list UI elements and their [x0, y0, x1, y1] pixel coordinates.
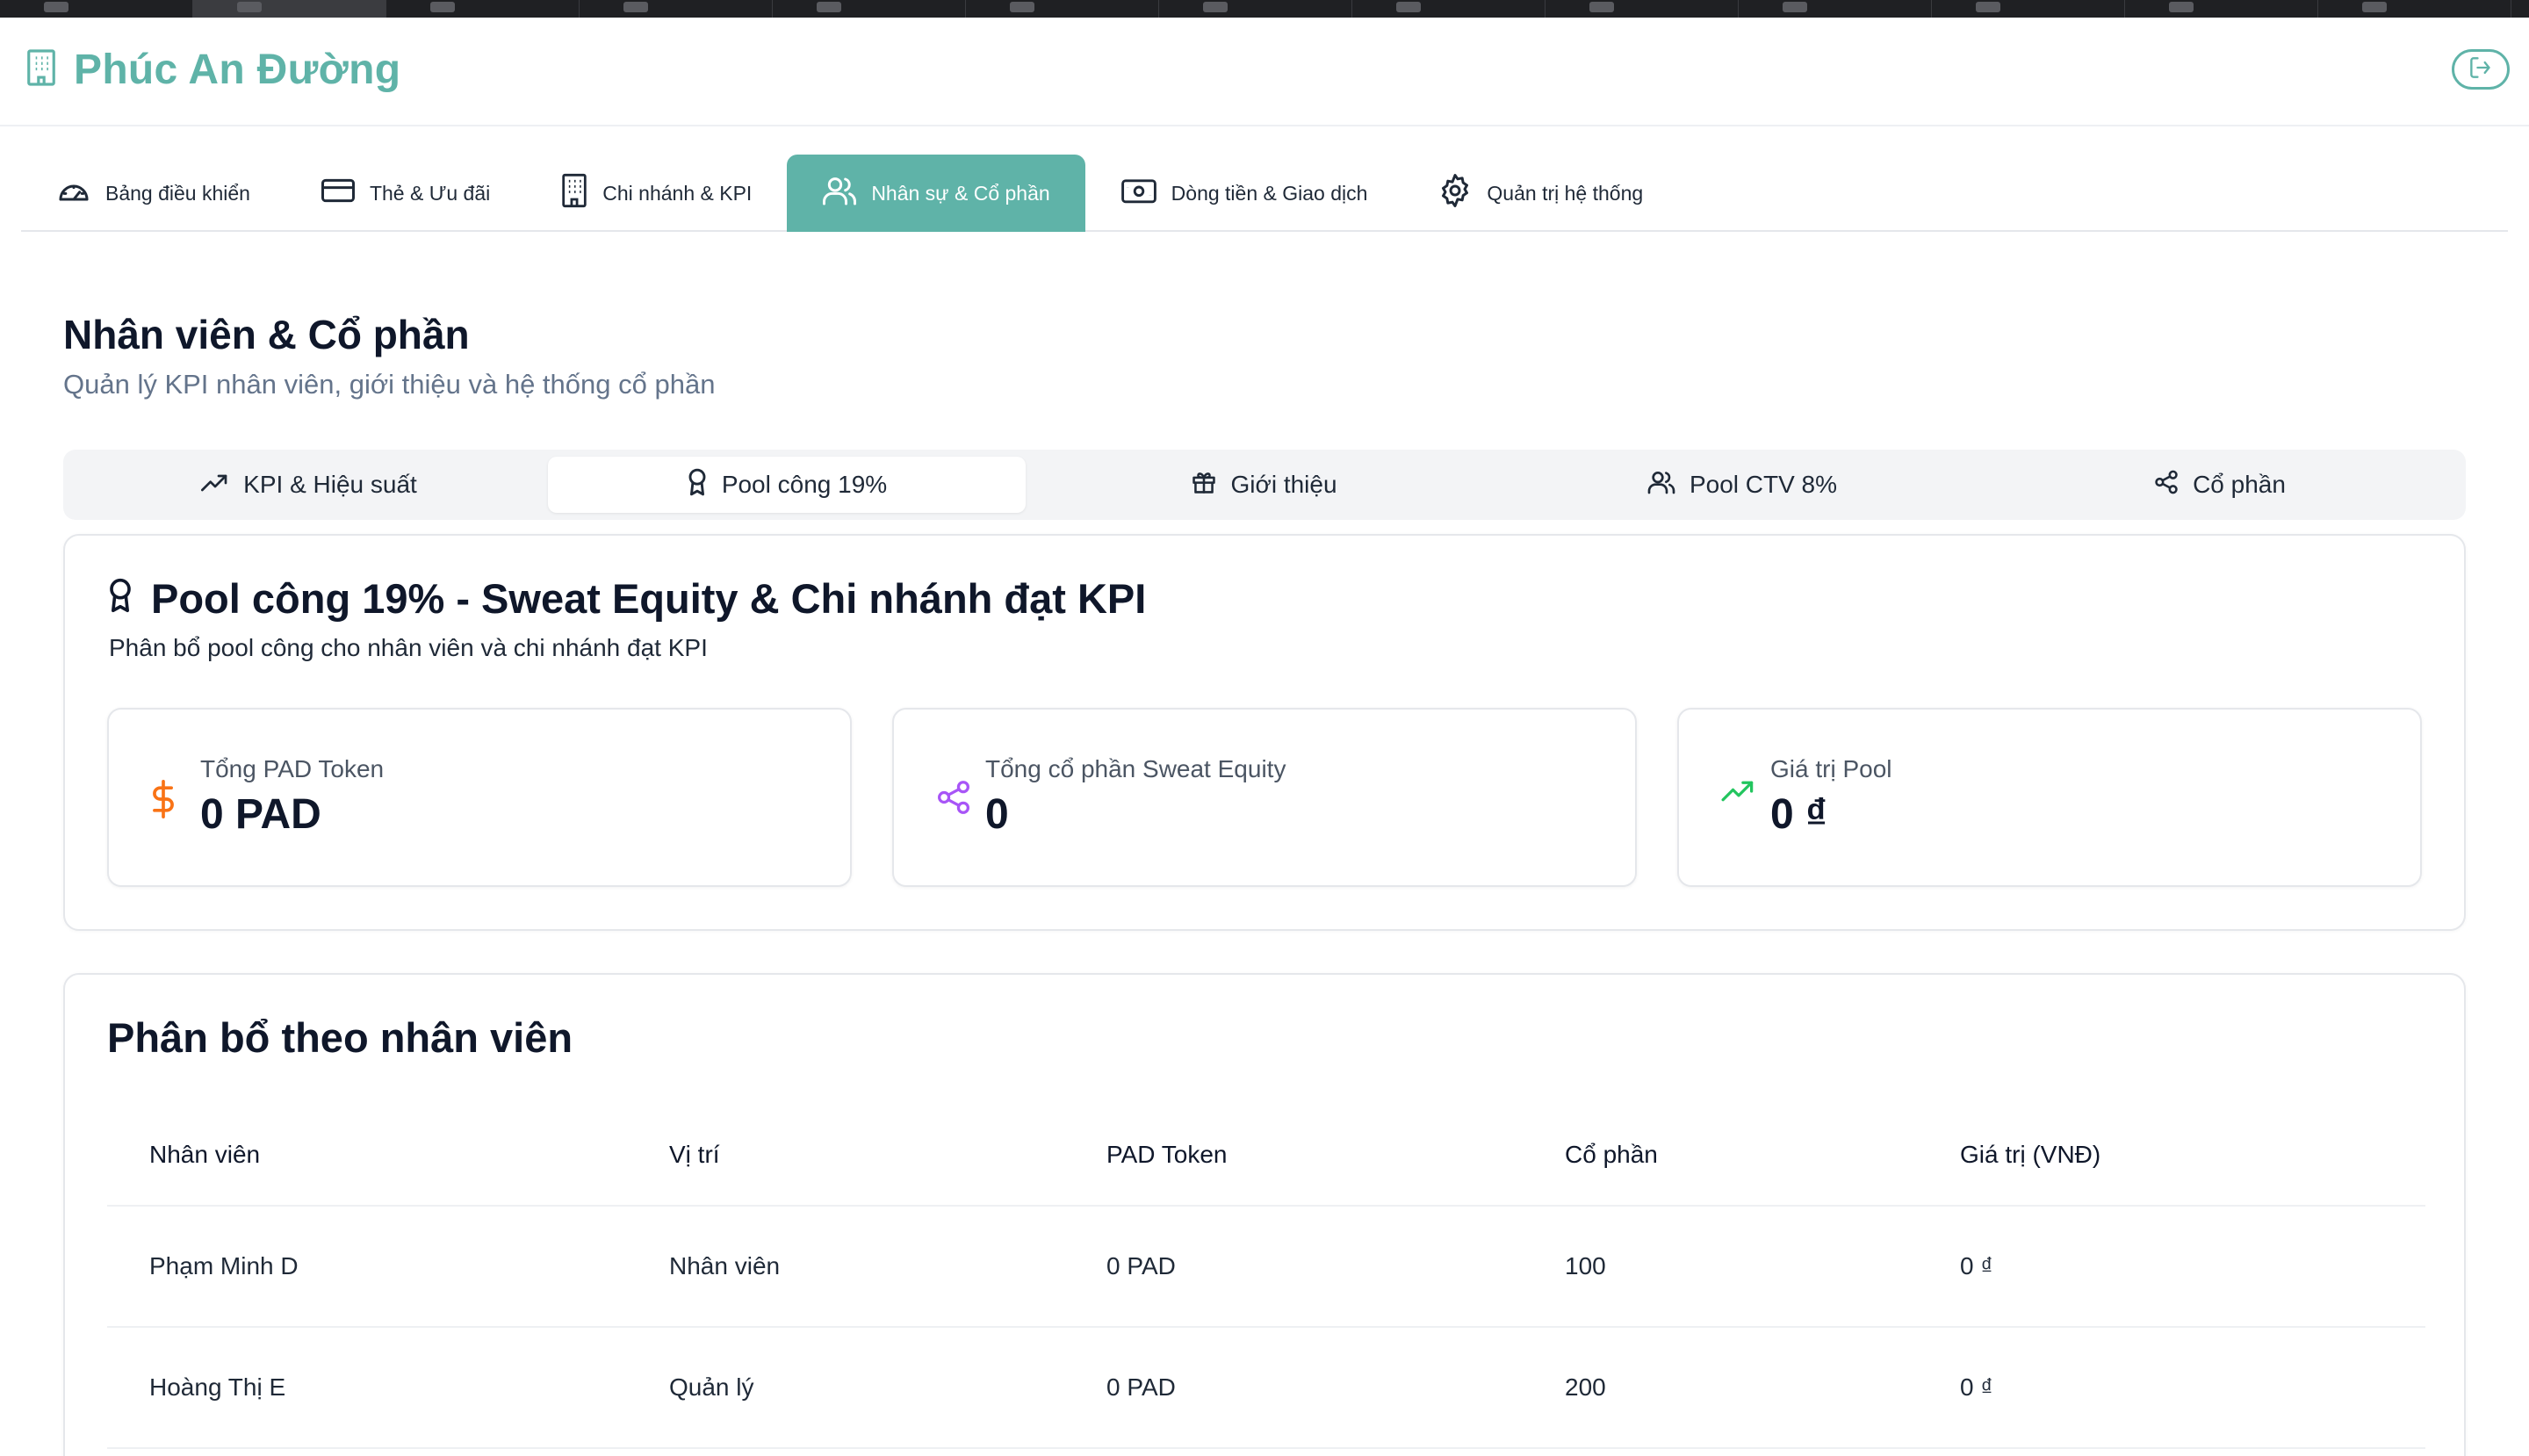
browser-tab[interactable] [386, 0, 580, 18]
cell-value: 0 ₫ [1960, 1373, 1993, 1401]
stat-label: Tổng cổ phần Sweat Equity [985, 755, 1286, 782]
stat-value: 0 PAD [200, 791, 321, 838]
card-description: Phân bổ pool công cho nhân viên và chi n… [109, 634, 708, 661]
nav-label: Nhân sự & Cổ phần [871, 181, 1050, 205]
logout-button[interactable] [2452, 49, 2510, 90]
main-nav: Bảng điều khiển Thẻ & Ưu đãi Chi nhánh &… [21, 155, 2508, 232]
page-subtitle: Quản lý KPI nhân viên, giới thiệu và hệ … [63, 369, 716, 400]
dollar-icon [151, 780, 176, 823]
logout-icon [2468, 56, 2494, 83]
brand[interactable]: Phúc An Đường [25, 46, 400, 94]
browser-tab[interactable] [966, 0, 1159, 18]
allocation-card: Phân bổ theo nhân viên Nhân viên Vị trí … [63, 973, 2466, 1456]
tab-kpi-performance[interactable]: KPI & Hiệu suất [70, 457, 548, 513]
tab-referral[interactable]: Giới thiệu [1026, 457, 1503, 513]
browser-tab[interactable] [1739, 0, 1932, 18]
tab-pool-19[interactable]: Pool công 19% [548, 457, 1026, 513]
nav-label: Dòng tiền & Giao dịch [1171, 181, 1368, 205]
nav-label: Thẻ & Ưu đãi [369, 181, 491, 205]
column-header[interactable]: Nhân viên [149, 1105, 260, 1205]
nav-item-dashboard[interactable]: Bảng điều khiển [21, 155, 285, 232]
nav-item-hr-equity[interactable]: Nhân sự & Cổ phần [787, 155, 1085, 232]
building-icon [25, 47, 58, 92]
share-icon [936, 780, 971, 819]
credit-card-icon [321, 177, 356, 209]
users-icon [822, 176, 857, 211]
nav-item-cards[interactable]: Thẻ & Ưu đãi [285, 155, 525, 232]
nav-label: Bảng điều khiển [105, 181, 250, 205]
gauge-icon [56, 176, 91, 211]
cell-employee: Hoàng Thị E [149, 1373, 286, 1401]
cell-shares: 100 [1565, 1252, 1606, 1279]
column-header[interactable]: Giá trị (VNĐ) [1960, 1105, 2100, 1205]
pool-card: Pool công 19% - Sweat Equity & Chi nhánh… [63, 534, 2466, 931]
tab-label: Cổ phần [2193, 471, 2286, 498]
browser-tab[interactable] [2125, 0, 2318, 18]
banknote-icon [1120, 177, 1157, 210]
card-title: Pool công 19% - Sweat Equity & Chi nhánh… [107, 574, 1146, 623]
tab-label: Pool công 19% [721, 471, 888, 498]
cell-value: 0 ₫ [1960, 1252, 1993, 1279]
gear-icon [1437, 173, 1473, 213]
gift-icon [1192, 470, 1216, 501]
trending-up-icon [201, 471, 229, 499]
browser-tab[interactable] [2318, 0, 2511, 18]
allocation-table: Nhân viên Vị trí PAD Token Cổ phần Giá t… [107, 1105, 2425, 1449]
cell-position: Nhân viên [669, 1252, 781, 1279]
browser-tab[interactable] [1546, 0, 1739, 18]
card-title: Phân bổ theo nhân viên [107, 1014, 573, 1061]
stat-card-pad-token: Tổng PAD Token 0 PAD [107, 708, 852, 887]
table-row[interactable]: Hoàng Thị E Quản lý 0 PAD 200 0 ₫ [107, 1328, 2425, 1449]
app-header: Phúc An Đường [0, 18, 2529, 126]
card-title-text: Pool công 19% - Sweat Equity & Chi nhánh… [151, 575, 1147, 622]
cell-pad-token: 0 PAD [1106, 1252, 1176, 1279]
sub-tabs: KPI & Hiệu suất Pool công 19% Giới thiệu… [63, 450, 2466, 520]
browser-tab[interactable] [773, 0, 966, 18]
cell-position: Quản lý [669, 1373, 754, 1401]
column-header[interactable]: Cổ phần [1565, 1105, 1658, 1205]
nav-label: Quản trị hệ thống [1487, 181, 1644, 205]
award-icon [687, 468, 708, 502]
tab-label: KPI & Hiệu suất [243, 471, 417, 498]
column-header[interactable]: Vị trí [669, 1105, 720, 1205]
users-icon [1647, 470, 1675, 501]
browser-tab[interactable] [0, 0, 193, 18]
tab-label: Pool CTV 8% [1689, 471, 1838, 498]
tab-pool-ctv[interactable]: Pool CTV 8% [1503, 457, 1981, 513]
page-title: Nhân viên & Cổ phần [63, 312, 470, 357]
column-header[interactable]: PAD Token [1106, 1105, 1227, 1205]
award-icon [107, 574, 133, 623]
cell-employee: Phạm Minh D [149, 1252, 299, 1279]
browser-tab-strip [0, 0, 2529, 18]
browser-tab[interactable] [1932, 0, 2125, 18]
share-icon [2154, 470, 2179, 501]
trending-up-icon [1721, 780, 1756, 807]
browser-tab[interactable] [580, 0, 773, 18]
table-row[interactable]: Phạm Minh D Nhân viên 0 PAD 100 0 ₫ [107, 1207, 2425, 1328]
cell-pad-token: 0 PAD [1106, 1373, 1176, 1401]
stat-value: 0 [985, 791, 1009, 838]
brand-name: Phúc An Đường [74, 47, 401, 93]
table-header-row: Nhân viên Vị trí PAD Token Cổ phần Giá t… [107, 1105, 2425, 1207]
stat-value: 0 ₫ [1770, 791, 1827, 838]
building-icon [560, 173, 588, 213]
tab-equity[interactable]: Cổ phần [1981, 457, 2459, 513]
nav-item-cashflow[interactable]: Dòng tiền & Giao dịch [1085, 155, 1403, 232]
stat-card-pool-value: Giá trị Pool 0 ₫ [1677, 708, 2422, 887]
browser-tab[interactable] [193, 0, 386, 18]
nav-label: Chi nhánh & KPI [602, 181, 753, 205]
browser-tab[interactable] [1352, 0, 1546, 18]
stat-label: Tổng PAD Token [200, 755, 385, 782]
tab-label: Giới thiệu [1230, 471, 1337, 498]
nav-item-branches[interactable]: Chi nhánh & KPI [525, 155, 787, 232]
browser-tab[interactable] [1159, 0, 1352, 18]
nav-item-admin[interactable]: Quản trị hệ thống [1402, 155, 1678, 232]
stat-label: Giá trị Pool [1770, 755, 1892, 782]
cell-shares: 200 [1565, 1373, 1606, 1401]
stat-card-sweat-equity: Tổng cổ phần Sweat Equity 0 [892, 708, 1637, 887]
